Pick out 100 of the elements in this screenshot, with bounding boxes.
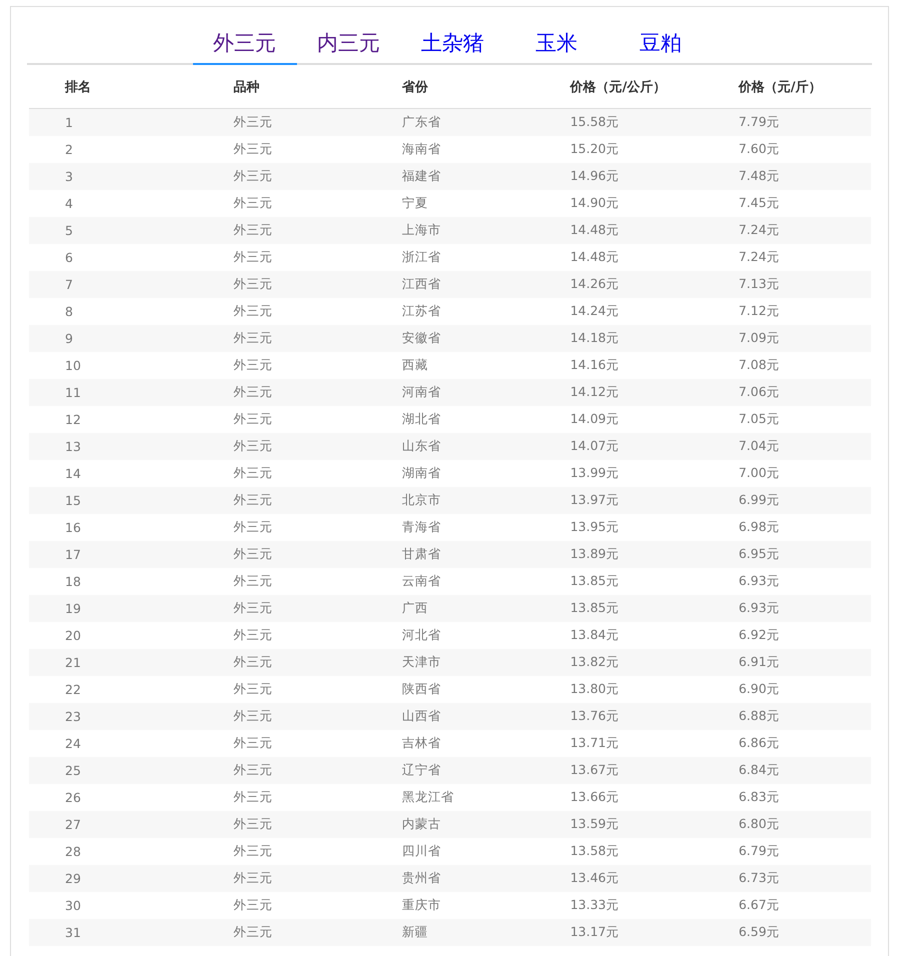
table-cell-text: 21 [64, 655, 82, 670]
table-cell-text: 外三元 [232, 600, 274, 617]
table-cell-text: 14.26元 [569, 276, 620, 293]
table-cell-text: 15 [64, 493, 82, 508]
table-cell-text: 山西省 [400, 708, 442, 725]
table-cell-text: 27 [64, 817, 82, 832]
table-cell-text: 6.93元 [738, 600, 780, 617]
table-cell-text: 7.13元 [738, 276, 780, 293]
table-cell-text: 6.79元 [738, 843, 780, 860]
table-cell-text: 14.09元 [569, 411, 620, 428]
table-cell-text: 安徽省 [400, 330, 442, 347]
table-cell-text: 重庆市 [400, 897, 442, 914]
table-cell-text: 6.95元 [738, 546, 780, 563]
table-cell-text: 11 [64, 385, 82, 400]
table-cell-text: 云南省 [400, 573, 442, 590]
table-cell-text: 西藏 [400, 357, 429, 374]
table-cell-text: 湖北省 [400, 411, 442, 428]
table-cell-text: 13 [64, 439, 82, 454]
table-cell-text: 6.90元 [738, 681, 780, 698]
table-cell-text: 6.98元 [738, 519, 780, 536]
table-cell-text: 14.48元 [569, 249, 620, 266]
table-cell-text: 吉林省 [400, 735, 442, 752]
table-cell-text: 13.17元 [569, 924, 620, 941]
table-cell-text: 外三元 [232, 816, 274, 833]
table-cell-text: 黑龙江省 [400, 789, 455, 806]
table-cell-text: 外三元 [232, 924, 274, 941]
table-cell-text: 13.85元 [569, 573, 620, 590]
table-cell-text: 外三元 [232, 735, 274, 752]
table-cell-text: 25 [64, 763, 82, 778]
table-cell-text: 北京市 [400, 492, 442, 509]
table-cell-text: 贵州省 [400, 870, 442, 887]
table-cell-text: 7.00元 [738, 465, 780, 482]
table-cell-text: 四川省 [400, 843, 442, 860]
table-cell-text: 13.95元 [569, 519, 620, 536]
table-cell-text: 6 [64, 250, 74, 265]
table-cell-text: 14.18元 [569, 330, 620, 347]
table-cell-text: 6.84元 [738, 762, 780, 779]
column-header: 省份 [400, 78, 429, 96]
table-cell-text: 7 [64, 277, 74, 292]
table-cell-text: 20 [64, 628, 82, 643]
table-cell-text: 辽宁省 [400, 762, 442, 779]
table-cell-text: 7.04元 [738, 438, 780, 455]
column-header: 品种 [232, 78, 260, 96]
table-cell-text: 6.88元 [738, 708, 780, 725]
table-cell-text: 7.48元 [738, 168, 780, 185]
table-cell-text: 13.97元 [569, 492, 620, 509]
table-cell-text: 外三元 [232, 330, 274, 347]
table-cell-text: 河南省 [400, 384, 442, 401]
table-cell-text: 7.09元 [738, 330, 780, 347]
table-cell-text: 外三元 [232, 870, 274, 887]
table-cell-text: 河北省 [400, 627, 442, 644]
table-cell-text: 26 [64, 790, 82, 805]
table-cell-text: 浙江省 [400, 249, 442, 266]
table-cell-text: 上海市 [400, 222, 442, 239]
table-cell-text: 14.90元 [569, 195, 620, 212]
table-cell-text: 外三元 [232, 789, 274, 806]
table-cell-text: 6.80元 [738, 816, 780, 833]
table-cell-text: 7.08元 [738, 357, 780, 374]
table-cell-text: 13.58元 [569, 843, 620, 860]
table-cell-text: 3 [64, 169, 74, 184]
table-cell-text: 江苏省 [400, 303, 442, 320]
table-cell-text: 1 [64, 115, 74, 130]
table-cell-text: 外三元 [232, 357, 274, 374]
table-cell-text: 16 [64, 520, 82, 535]
table-cell-text: 天津市 [400, 654, 442, 671]
table-cell-text: 宁夏 [400, 195, 429, 212]
column-header: 价格（元/公斤） [568, 78, 667, 96]
column-header: 排名 [64, 78, 92, 96]
table-cell-text: 13.67元 [569, 762, 620, 779]
tab[interactable]: 豆粕 [608, 23, 712, 65]
table-cell-text: 14.16元 [569, 357, 620, 374]
table-cell-text: 广东省 [400, 114, 442, 131]
table-cell-text: 13.89元 [569, 546, 620, 563]
tab[interactable]: 土杂猪 [400, 23, 504, 65]
table-cell-text: 13.59元 [569, 816, 620, 833]
table-cell-text: 17 [64, 547, 82, 562]
table-cell-text: 6.83元 [738, 789, 780, 806]
table-cell-text: 甘肃省 [400, 546, 442, 563]
tab[interactable]: 内三元 [296, 23, 400, 65]
table-cell-text: 外三元 [232, 222, 274, 239]
table-cell-text: 6.93元 [738, 573, 780, 590]
table-cell-text: 4 [64, 196, 74, 211]
table-cell-text: 外三元 [232, 141, 274, 158]
table-cell-text: 外三元 [232, 519, 274, 536]
table-cell-text: 13.84元 [569, 627, 620, 644]
table-cell-text: 12 [64, 412, 82, 427]
table-cell-text: 29 [64, 871, 82, 886]
tab[interactable]: 玉米 [504, 23, 608, 65]
table-cell-text: 外三元 [232, 654, 274, 671]
table-cell-text: 14.48元 [569, 222, 620, 239]
table-cell-text: 10 [64, 358, 82, 373]
table-cell-text: 7.12元 [738, 303, 780, 320]
table-cell-text: 外三元 [232, 843, 274, 860]
table-cell-text: 13.99元 [569, 465, 620, 482]
table-cell-text: 外三元 [232, 249, 274, 266]
table-cell-text: 7.60元 [738, 141, 780, 158]
table-cell-text: 青海省 [400, 519, 442, 536]
table-cell-text: 6.67元 [738, 897, 780, 914]
table-cell-text: 外三元 [232, 195, 274, 212]
table-cell-text: 14 [64, 466, 82, 481]
